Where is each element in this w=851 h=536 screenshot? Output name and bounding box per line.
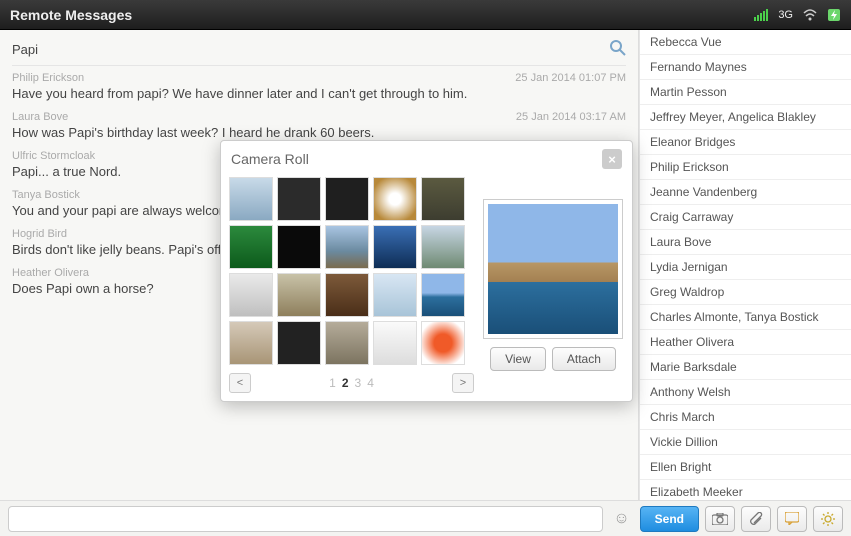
contact-item[interactable]: Lydia Jernigan (640, 255, 851, 280)
thumbnail[interactable] (373, 225, 417, 269)
contact-item[interactable]: Laura Bove (640, 230, 851, 255)
wifi-icon (803, 9, 817, 21)
thumbnail[interactable] (277, 225, 321, 269)
message-sender: Philip Erickson (12, 72, 84, 84)
thumbnail[interactable] (325, 177, 369, 221)
contact-item[interactable]: Rebecca Vue (640, 30, 851, 55)
thumbnail[interactable] (277, 177, 321, 221)
search-term: Papi (12, 42, 610, 57)
message-sender: Laura Bove (12, 111, 68, 123)
contact-item[interactable]: Elizabeth Meeker (640, 480, 851, 500)
thumbnail[interactable] (373, 321, 417, 365)
contact-item[interactable]: Charles Almonte, Tanya Bostick (640, 305, 851, 330)
page-number[interactable]: 4 (367, 376, 374, 390)
contact-list[interactable]: Rebecca VueFernando MaynesMartin PessonJ… (639, 30, 851, 500)
message-time: 25 Jan 2014 01:07 PM (515, 72, 626, 84)
contact-item[interactable]: Fernando Maynes (640, 55, 851, 80)
message-time: 25 Jan 2014 03:17 AM (516, 111, 626, 123)
camera-roll-modal: Camera Roll × < 1234 > View Attach (220, 140, 633, 402)
thumbnail[interactable] (421, 273, 465, 317)
pager: < 1234 > (229, 373, 474, 393)
contact-item[interactable]: Vickie Dillion (640, 430, 851, 455)
thumbnail[interactable] (421, 321, 465, 365)
search-row: Papi (12, 40, 626, 66)
app-title: Remote Messages (10, 7, 132, 23)
battery-icon (827, 8, 841, 22)
network-label: 3G (778, 9, 793, 21)
camera-button[interactable] (705, 506, 735, 532)
thumbnail[interactable] (325, 225, 369, 269)
contact-item[interactable]: Philip Erickson (640, 155, 851, 180)
close-icon[interactable]: × (602, 149, 622, 169)
contact-item[interactable]: Greg Waldrop (640, 280, 851, 305)
thumbnail[interactable] (229, 321, 273, 365)
message-item: Philip Erickson 25 Jan 2014 01:07 PM Have … (12, 72, 626, 101)
message-sender: Heather Olivera (12, 267, 89, 279)
contact-item[interactable]: Jeffrey Meyer, Angelica Blakley (640, 105, 851, 130)
thumbnail[interactable] (229, 273, 273, 317)
preview-image (488, 204, 618, 334)
contact-item[interactable]: Jeanne Vandenberg (640, 180, 851, 205)
thumbnail[interactable] (229, 177, 273, 221)
contact-item[interactable]: Anthony Welsh (640, 380, 851, 405)
thumbnail[interactable] (421, 177, 465, 221)
message-body: Have you heard from papi? We have dinner… (12, 86, 626, 101)
page-numbers: 1234 (329, 376, 374, 390)
page-next-button[interactable]: > (452, 373, 474, 393)
settings-button[interactable] (813, 506, 843, 532)
send-button[interactable]: Send (640, 506, 699, 532)
message-input[interactable] (8, 506, 603, 532)
attachment-button[interactable] (741, 506, 771, 532)
thumbnail[interactable] (277, 273, 321, 317)
message-item: Laura Bove 25 Jan 2014 03:17 AM How was Pa… (12, 111, 626, 140)
top-bar: Remote Messages 3G (0, 0, 851, 30)
message-body: How was Papi's birthday last week? I hea… (12, 125, 626, 140)
page-prev-button[interactable]: < (229, 373, 251, 393)
signal-icon (754, 9, 768, 21)
thumbnail-grid (229, 177, 474, 365)
page-number[interactable]: 3 (355, 376, 362, 390)
composer-bar: ☺ Send (0, 500, 851, 536)
contact-item[interactable]: Ellen Bright (640, 455, 851, 480)
thumbnail[interactable] (373, 273, 417, 317)
status-area: 3G (754, 8, 841, 22)
attach-button[interactable]: Attach (552, 347, 616, 371)
page-number[interactable]: 1 (329, 376, 336, 390)
thumbnail[interactable] (325, 321, 369, 365)
view-button[interactable]: View (490, 347, 546, 371)
contact-item[interactable]: Craig Carraway (640, 205, 851, 230)
thumbnail[interactable] (373, 177, 417, 221)
thumbnail[interactable] (277, 321, 321, 365)
thumbnail[interactable] (229, 225, 273, 269)
contact-item[interactable]: Heather Olivera (640, 330, 851, 355)
message-sender: Ulfric Stormcloak (12, 150, 95, 162)
contact-item[interactable]: Marie Barksdale (640, 355, 851, 380)
message-sender: Tanya Bostick (12, 189, 80, 201)
chat-button[interactable] (777, 506, 807, 532)
thumbnail[interactable] (421, 225, 465, 269)
modal-title: Camera Roll (231, 151, 309, 167)
message-sender: Hogrid Bird (12, 228, 67, 240)
page-number[interactable]: 2 (342, 376, 349, 390)
search-icon[interactable] (610, 40, 626, 59)
contact-item[interactable]: Chris March (640, 405, 851, 430)
preview-frame (483, 199, 623, 339)
thumbnail[interactable] (325, 273, 369, 317)
contact-item[interactable]: Eleanor Bridges (640, 130, 851, 155)
emoji-icon[interactable]: ☺ (609, 510, 633, 528)
contact-item[interactable]: Martin Pesson (640, 80, 851, 105)
